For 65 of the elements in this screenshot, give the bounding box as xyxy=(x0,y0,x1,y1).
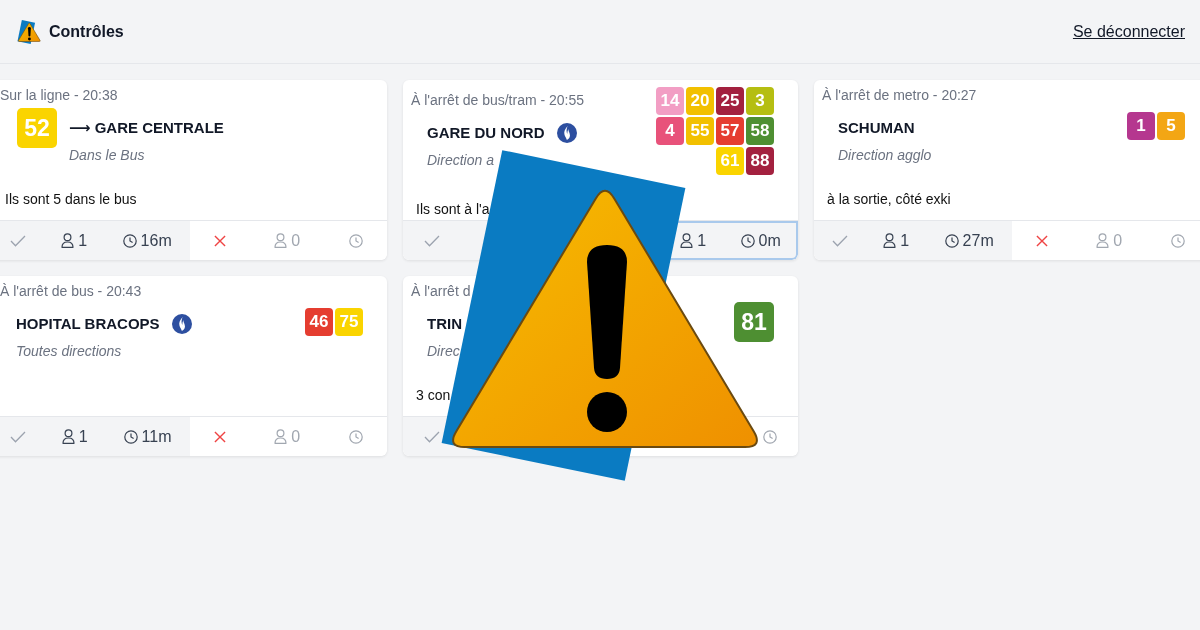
report-title: ⟶ GARE CENTRALE xyxy=(69,118,224,138)
report-context: À l'arrêt d xyxy=(411,283,471,299)
person-icon xyxy=(274,233,288,248)
clock-icon xyxy=(123,429,138,444)
voters-button[interactable]: 1 xyxy=(680,221,707,260)
cross-icon xyxy=(213,430,226,443)
line-badge: 57 xyxy=(716,117,744,145)
line-badge: 5 xyxy=(1157,112,1185,140)
clock-icon xyxy=(944,233,959,248)
report-comment: Ils sont 5 dans le bus xyxy=(4,190,138,208)
clock-icon xyxy=(740,233,755,248)
report-context: À l'arrêt de bus - 20:43 xyxy=(0,283,142,299)
check-icon xyxy=(831,234,848,247)
report-context: À l'arrêt de bus/tram - 20:55 xyxy=(411,92,585,108)
line-badge: 81 xyxy=(734,302,774,342)
voters-button[interactable]: 1 xyxy=(61,417,88,456)
line-badge: 4 xyxy=(656,117,684,145)
report-comment: 3 con xyxy=(415,386,452,404)
stop-title: SCHUMAN xyxy=(838,118,915,138)
person-icon xyxy=(680,233,694,248)
line-badge: 46 xyxy=(305,308,333,336)
elapsed-time: 27m xyxy=(962,231,994,250)
warning-logo xyxy=(17,19,41,44)
report-comment: Ils sont à l'a xyxy=(415,200,491,218)
report-context: Sur la ligne - 20:38 xyxy=(0,87,118,103)
cross-icon xyxy=(213,234,226,247)
line-badge: 25 xyxy=(716,87,744,115)
report-subtitle: Toutes directions xyxy=(16,342,122,361)
elapsed-time: 11m xyxy=(141,427,172,446)
page-title: Contrôles xyxy=(49,22,124,41)
cross-icon xyxy=(1035,234,1048,247)
person-icon xyxy=(1096,233,1110,248)
check-icon xyxy=(423,430,440,443)
voters-button[interactable]: 1 xyxy=(883,221,910,260)
elapsed-time: 0m xyxy=(758,231,781,250)
voters-button[interactable]: 1 xyxy=(61,221,88,260)
report-subtitle: Direction a xyxy=(427,151,494,170)
report-subtitle: Direc xyxy=(427,342,460,361)
line-badge: 1 xyxy=(1127,112,1155,140)
logout-link[interactable]: Se déconnecter xyxy=(1072,22,1185,41)
stop-title: GARE DU NORD xyxy=(427,123,545,143)
line-badge: 14 xyxy=(656,87,684,115)
report-subtitle: Dans le Bus xyxy=(69,146,145,165)
check-icon xyxy=(9,234,26,247)
report-comment: à la sortie, côté exki xyxy=(826,190,952,208)
report-subtitle: Direction agglo xyxy=(838,146,932,165)
person-icon xyxy=(274,429,288,444)
line-badge: 75 xyxy=(335,308,363,336)
stop-title: TRIN xyxy=(427,314,462,334)
line-badge: 58 xyxy=(746,117,774,145)
check-icon xyxy=(423,234,440,247)
check-icon xyxy=(9,430,26,443)
line-badge: 55 xyxy=(686,117,714,145)
person-icon xyxy=(883,233,897,248)
elapsed-time: 16m xyxy=(140,231,172,250)
line-badge: 88 xyxy=(746,147,774,175)
clock-icon xyxy=(122,233,137,248)
stop-title: HOPITAL BRACOPS xyxy=(16,314,160,334)
person-icon xyxy=(61,429,75,444)
person-icon xyxy=(61,233,75,248)
line-badge: 52 xyxy=(17,108,57,148)
line-badge: 3 xyxy=(746,87,774,115)
line-badge: 20 xyxy=(686,87,714,115)
report-context: À l'arrêt de metro - 20:27 xyxy=(822,87,977,103)
line-badge: 61 xyxy=(716,147,744,175)
